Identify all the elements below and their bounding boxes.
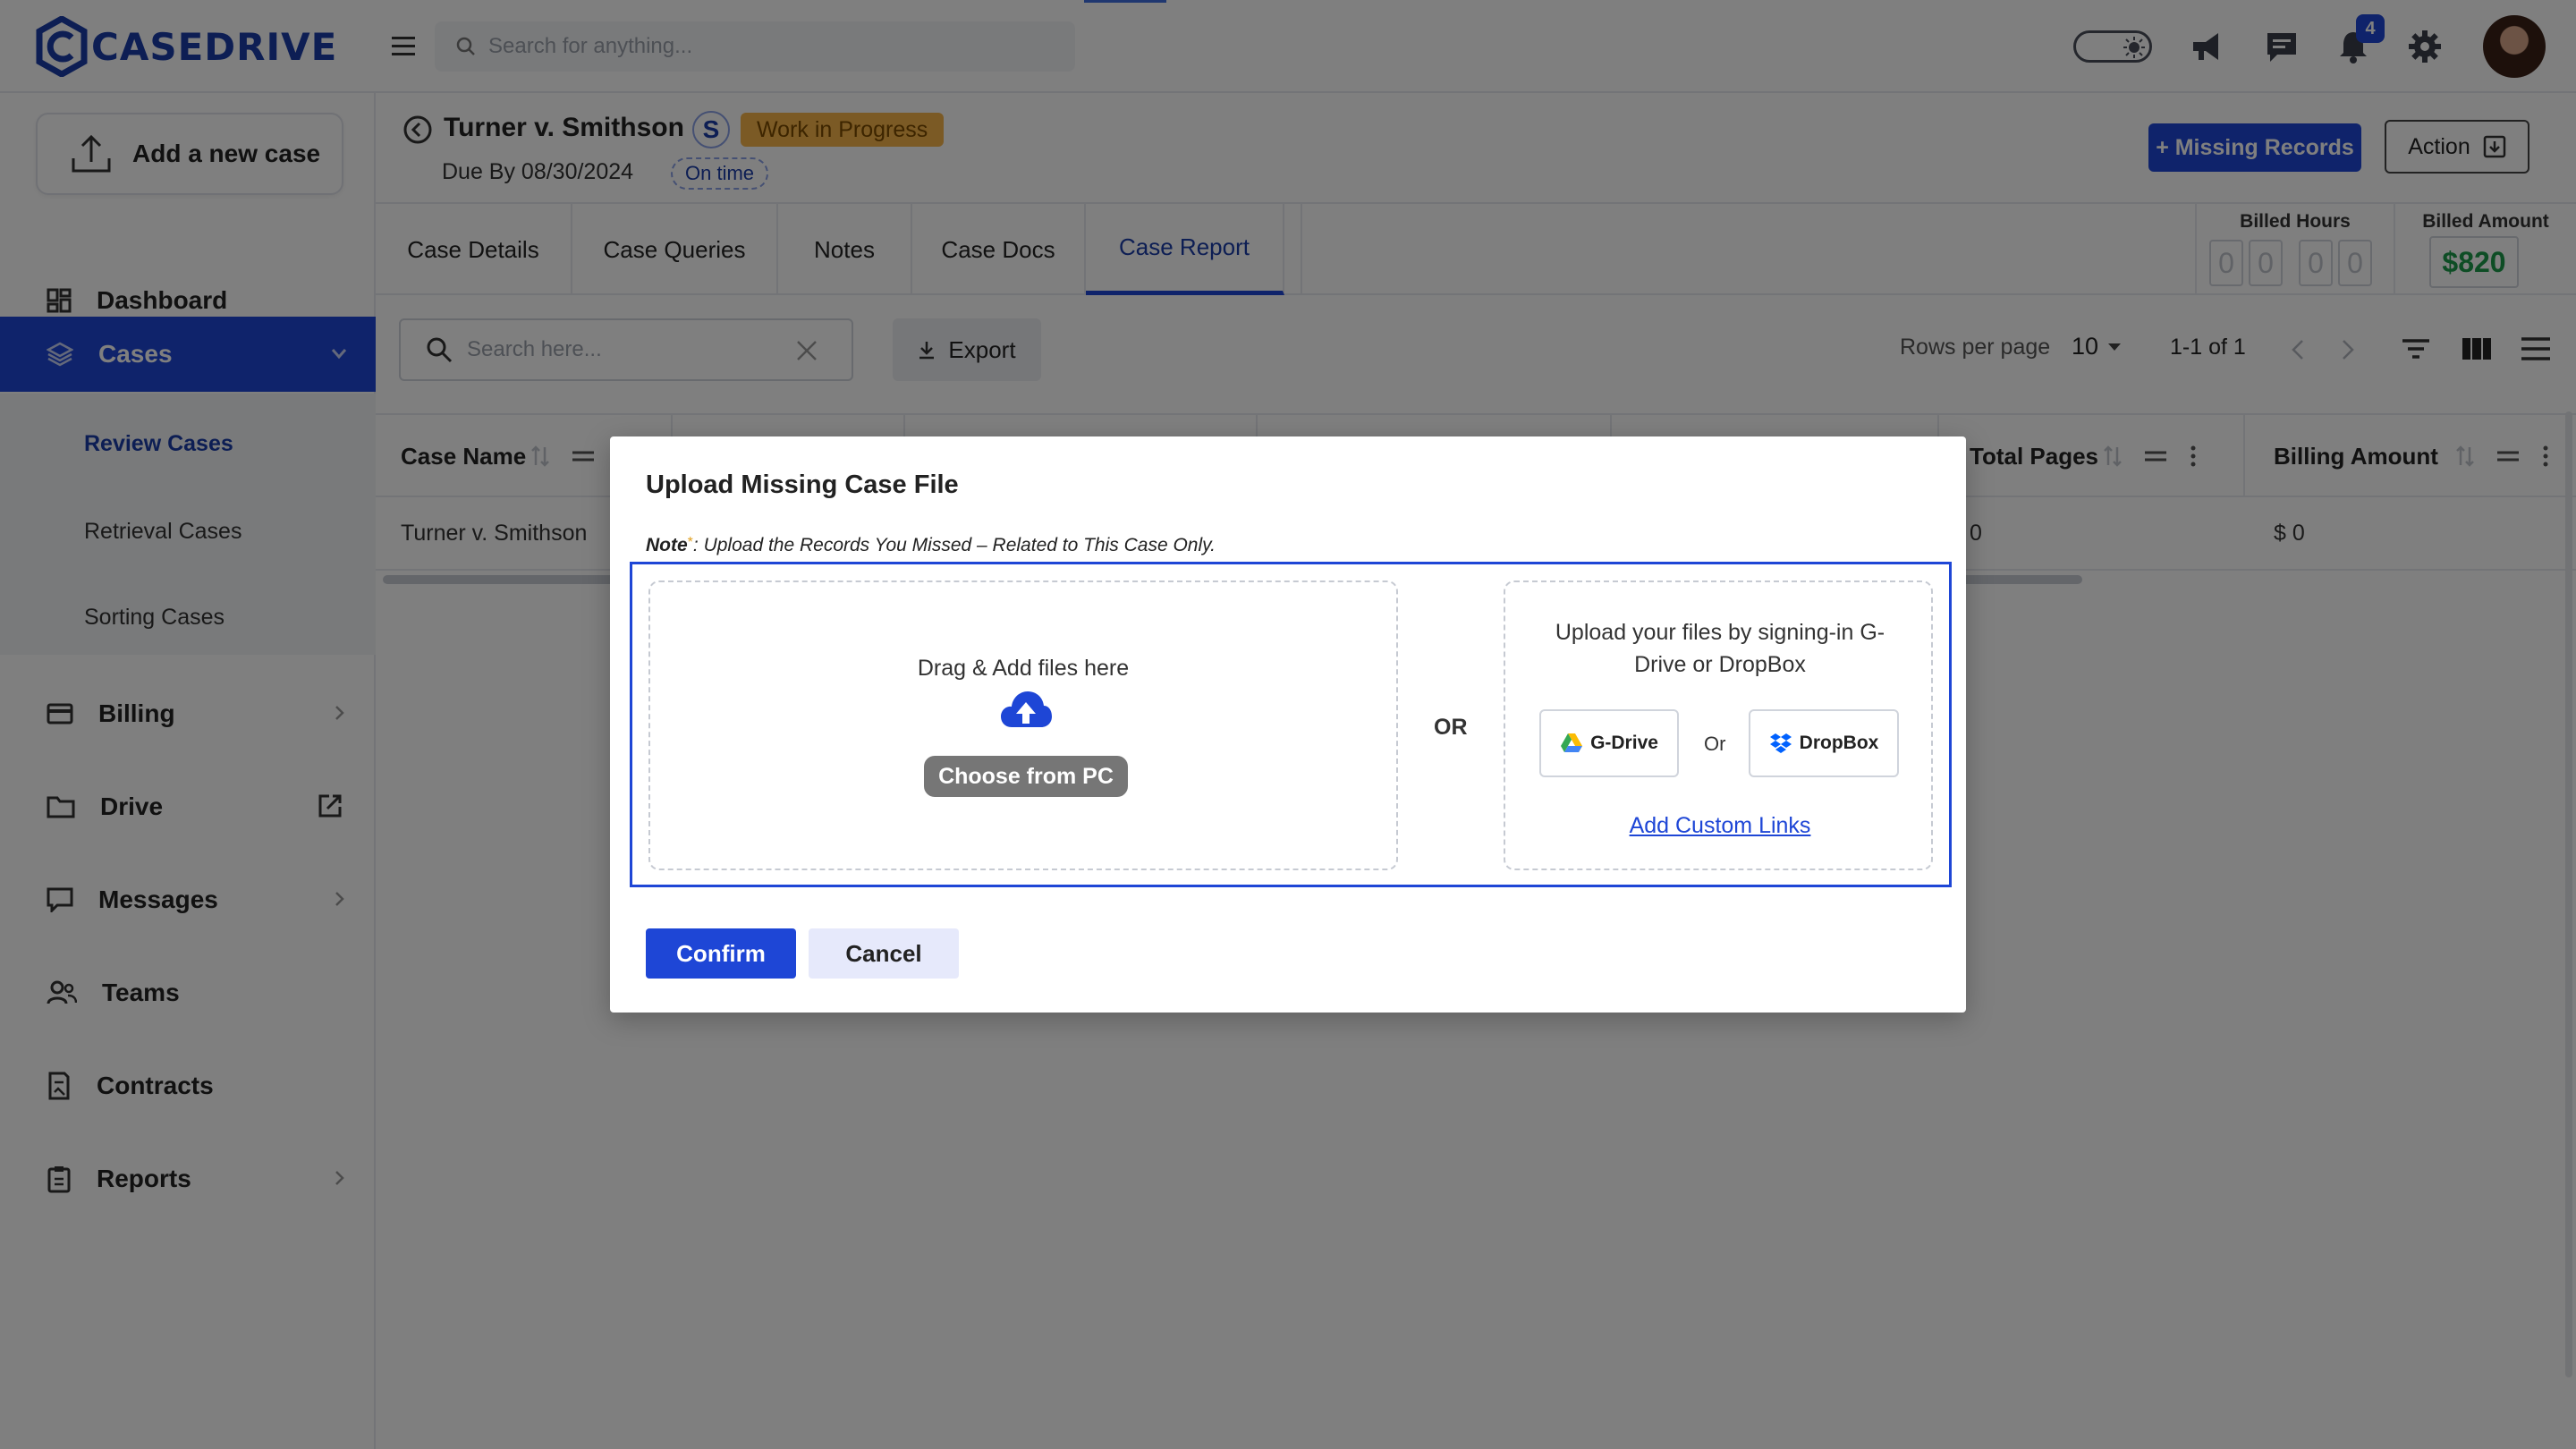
file-drop-zone[interactable]: Drag & Add files here Choose from PC [648,580,1398,870]
or-small-label: Or [1704,733,1726,755]
note-text: : Upload the Records You Missed – Relate… [692,535,1216,555]
dropbox-icon [1769,733,1792,753]
confirm-button[interactable]: Confirm [646,928,796,979]
dialog-note: Note*: Upload the Records You Missed – R… [646,535,1216,555]
upload-missing-file-dialog: Upload Missing Case File Note*: Upload t… [610,436,1966,1013]
cloud-upload-icon [1001,691,1052,727]
google-drive-icon [1561,733,1583,752]
gdrive-label: G-Drive [1590,733,1658,753]
add-custom-links-link[interactable]: Add Custom Links [1505,813,1935,839]
choose-from-pc-button[interactable]: Choose from PC [924,756,1128,797]
dialog-title: Upload Missing Case File [646,470,959,499]
dropbox-button[interactable]: DropBox [1749,709,1899,777]
or-separator: OR [1434,715,1468,740]
cloud-upload-zone: Upload your files by signing-in G-Drive … [1504,580,1933,870]
note-label: Note [646,535,688,555]
drop-label: Drag & Add files here [917,656,1130,681]
upload-area: Drag & Add files here Choose from PC OR … [630,562,1952,887]
gdrive-button[interactable]: G-Drive [1539,709,1679,777]
cloud-upload-label: Upload your files by signing-in G-Drive … [1555,620,1885,677]
cancel-button[interactable]: Cancel [809,928,959,979]
dropbox-label: DropBox [1799,733,1879,753]
